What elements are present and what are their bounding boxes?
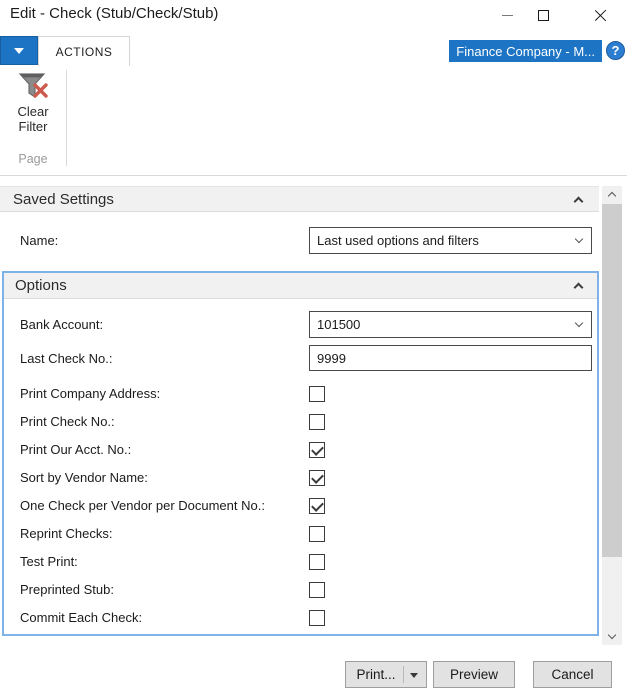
help-icon[interactable]: ? [606,41,625,60]
split-button-divider [403,666,404,683]
app-menu-button[interactable] [0,36,38,65]
minimize-icon [502,15,513,16]
bank-account-dropdown[interactable]: 101500 [309,311,592,338]
one-check-per-vendor-label: One Check per Vendor per Document No.: [20,492,265,520]
test-print-checkbox[interactable] [309,554,325,570]
minimize-button[interactable] [490,0,524,30]
preview-button[interactable]: Preview [433,661,515,688]
tab-actions[interactable]: ACTIONS [38,36,130,66]
saved-settings-name-value: Last used options and filters [317,233,479,248]
print-our-acct-no-label: Print Our Acct. No.: [20,436,131,464]
print-company-address-label: Print Company Address: [20,380,160,408]
options-body: Bank Account: 101500 Last Check No.: 999… [4,299,597,632]
clear-filter-button[interactable]: Clear Filter [6,68,60,150]
scrollbar-thumb[interactable] [602,204,622,557]
print-button[interactable]: Print... [345,661,427,688]
content-pane: Saved Settings Name: Last used options a… [0,176,627,649]
last-check-no-label: Last Check No.: [20,345,113,372]
chevron-down-icon[interactable] [410,673,418,678]
dropdown-chevron-icon[interactable] [575,318,583,326]
dropdown-chevron-icon[interactable] [575,234,583,242]
sort-by-vendor-name-label: Sort by Vendor Name: [20,464,148,492]
last-check-no-input[interactable]: 9999 [309,345,592,371]
company-badge[interactable]: Finance Company - M... [449,40,602,62]
chevron-down-icon [608,631,616,639]
sort-by-vendor-name-checkbox[interactable] [309,470,325,486]
cancel-button-label: Cancel [551,667,593,682]
commit-each-check-label: Commit Each Check: [20,604,142,632]
one-check-per-vendor-checkbox[interactable] [309,498,325,514]
commit-each-check-checkbox[interactable] [309,610,325,626]
options-section: Options Bank Account: 101500 Last Check … [2,271,599,636]
reprint-checks-label: Reprint Checks: [20,520,112,548]
saved-settings-title: Saved Settings [13,191,114,208]
ribbon-body: Clear Filter Page [0,66,627,176]
checkbox-row: Print Company Address: [4,380,597,408]
preview-button-label: Preview [450,667,498,682]
bank-account-label: Bank Account: [20,311,103,338]
last-check-no-row: Last Check No.: 9999 [4,345,597,371]
close-button[interactable] [584,0,618,30]
scrollbar-up-button[interactable] [602,186,622,203]
maximize-icon [538,10,549,21]
ribbon-tab-row: ACTIONS Finance Company - M... ? [0,36,627,66]
collapse-chevron-icon[interactable] [574,283,584,293]
checkbox-row: One Check per Vendor per Document No.: [4,492,597,520]
checkbox-row: Reprint Checks: [4,520,597,548]
scrollbar-down-button[interactable] [602,628,622,645]
clear-filter-label-line2: Filter [19,119,48,134]
clear-filter-label-line1: Clear [17,104,48,119]
maximize-button[interactable] [526,0,560,30]
checkbox-row: Print Check No.: [4,408,597,436]
options-header[interactable]: Options [4,273,597,299]
options-title: Options [15,277,67,294]
checkbox-row: Sort by Vendor Name: [4,464,597,492]
ribbon-group-separator [66,70,67,166]
window-title: Edit - Check (Stub/Check/Stub) [10,5,218,22]
chevron-down-icon [14,48,24,54]
last-check-no-value: 9999 [317,351,346,366]
ribbon-group-label-page: Page [6,152,60,166]
vertical-scrollbar[interactable] [602,186,622,645]
checkbox-row: Print Our Acct. No.: [4,436,597,464]
footer-bar: Print... Preview Cancel [0,649,627,696]
request-page-window: Edit - Check (Stub/Check/Stub) ACTIONS F… [0,0,627,696]
cancel-button[interactable]: Cancel [533,661,612,688]
print-check-no-label: Print Check No.: [20,408,115,436]
reprint-checks-checkbox[interactable] [309,526,325,542]
bank-account-value: 101500 [317,317,360,332]
print-our-acct-no-checkbox[interactable] [309,442,325,458]
titlebar: Edit - Check (Stub/Check/Stub) [0,0,627,30]
checkbox-row: Preprinted Stub: [4,576,597,604]
print-company-address-checkbox[interactable] [309,386,325,402]
print-button-label: Print... [356,667,395,682]
collapse-chevron-icon[interactable] [574,197,584,207]
chevron-up-icon [608,192,616,200]
close-icon [594,8,608,22]
preprinted-stub-label: Preprinted Stub: [20,576,114,604]
test-print-label: Test Print: [20,548,78,576]
checkbox-row: Test Print: [4,548,597,576]
print-check-no-checkbox[interactable] [309,414,325,430]
bank-account-row: Bank Account: 101500 [4,311,597,338]
saved-settings-header[interactable]: Saved Settings [0,186,599,212]
saved-settings-name-dropdown[interactable]: Last used options and filters [309,227,592,254]
preprinted-stub-checkbox[interactable] [309,582,325,598]
checkbox-row: Commit Each Check: [4,604,597,632]
name-label: Name: [20,227,58,254]
clear-filter-icon [16,70,50,104]
